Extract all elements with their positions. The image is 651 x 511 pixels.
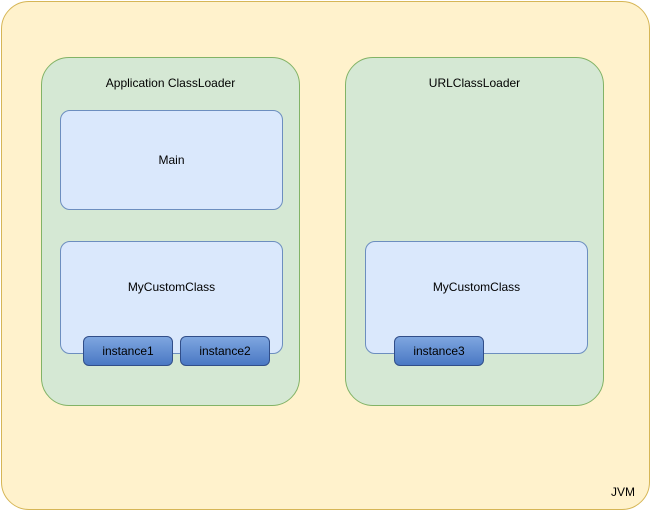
instance2-label: instance2	[199, 344, 250, 358]
diagram-canvas: JVM Application ClassLoader Main MyCusto…	[0, 0, 651, 511]
instance2-box: instance2	[180, 336, 270, 366]
jvm-label: JVM	[611, 485, 635, 499]
instance3-label: instance3	[413, 344, 464, 358]
url-classloader-title: URLClassLoader	[429, 76, 520, 90]
right-customclass-label: MyCustomClass	[433, 280, 520, 294]
instance1-box: instance1	[83, 336, 173, 366]
main-class-label: Main	[158, 153, 184, 167]
instance3-box: instance3	[394, 336, 484, 366]
left-customclass-label: MyCustomClass	[128, 280, 215, 294]
app-classloader-title: Application ClassLoader	[106, 76, 235, 90]
main-class-box: Main	[60, 110, 283, 210]
instance1-label: instance1	[102, 344, 153, 358]
